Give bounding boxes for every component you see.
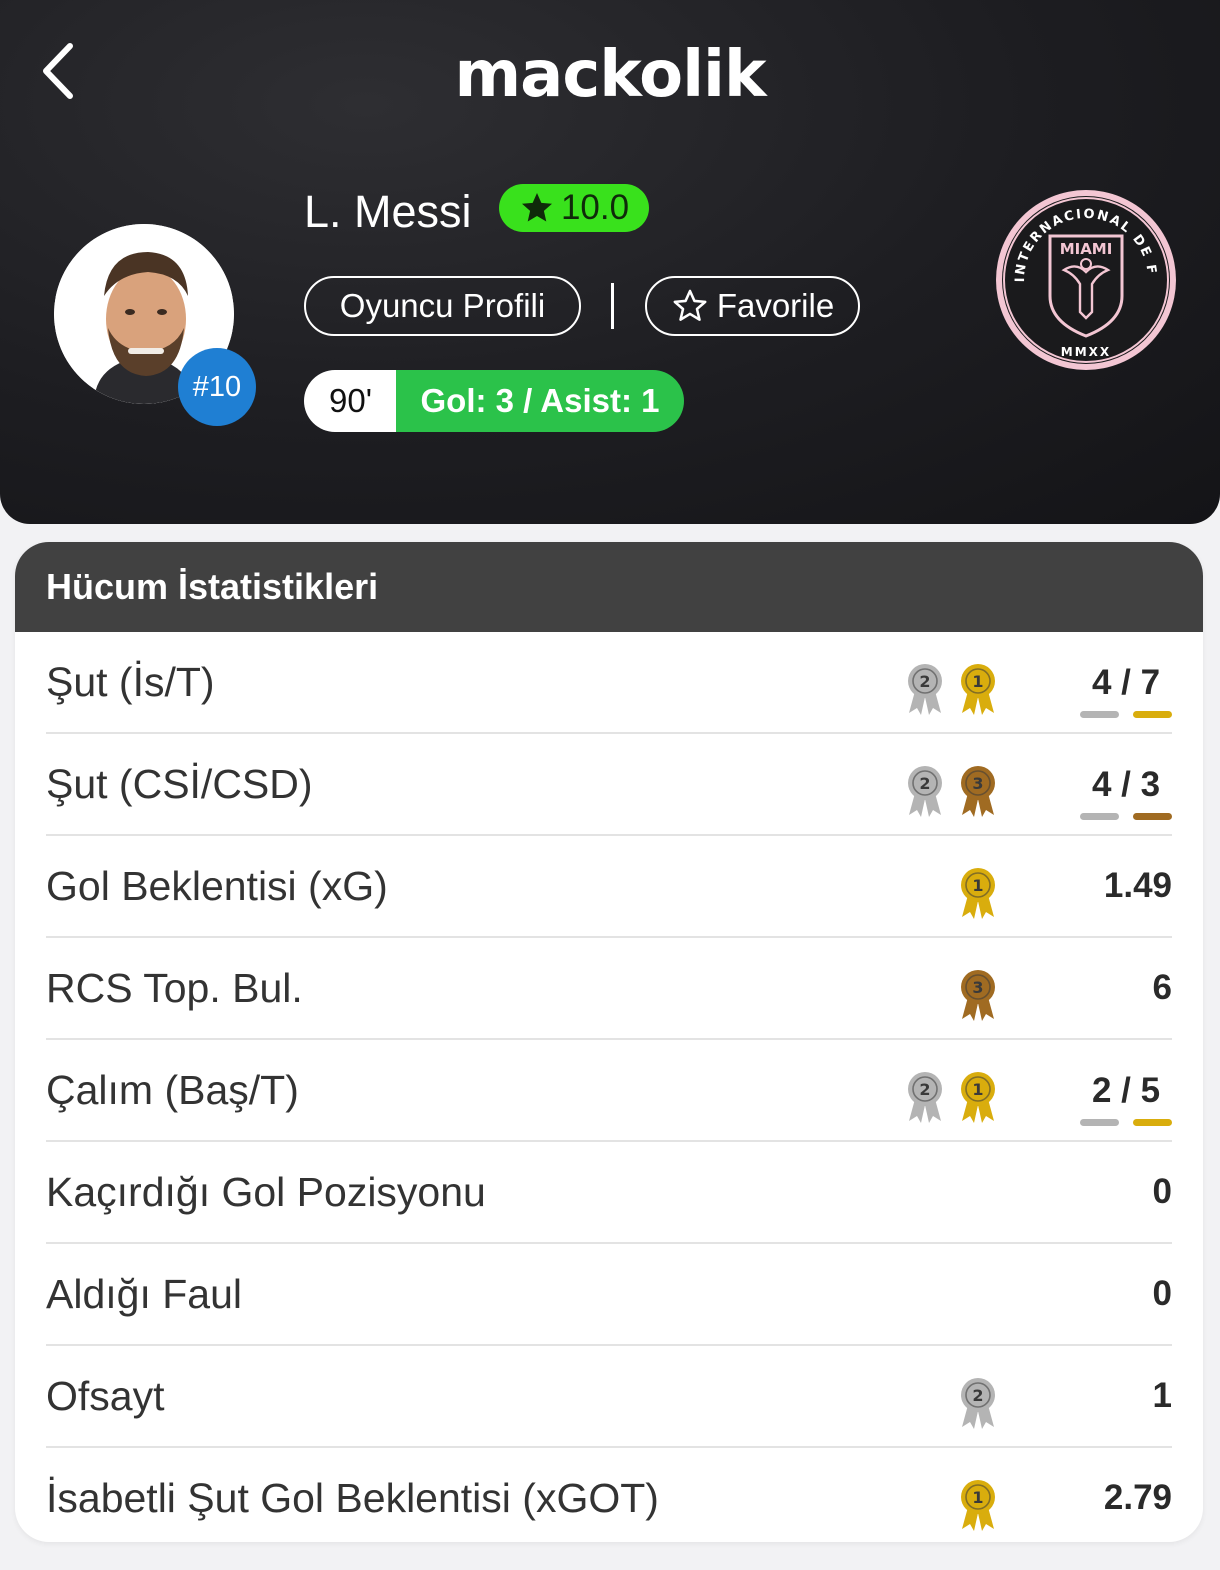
brand-logo: mackolik [454,38,766,112]
stat-value: 0 [1152,1172,1172,1211]
svg-text:3: 3 [972,774,983,793]
stat-split-value: 2 / 5 [1080,1071,1172,1111]
star-icon [521,193,552,222]
svg-text:3: 3 [972,978,983,997]
svg-text:2: 2 [919,774,930,793]
stat-value: 0 [1152,1274,1172,1313]
goals-assists-badge: Gol: 3 / Asist: 1 [396,370,684,432]
svg-text:2: 2 [972,1386,983,1405]
stat-row: Çalım (Baş/T) 2 1 2 / 5 [46,1040,1172,1142]
bronze-medal-icon: 3 [961,970,995,1021]
rank-medal: 1 [958,661,998,717]
stat-value-separator: / [1111,663,1141,702]
stat-value-success: 2 [1091,1071,1112,1110]
silver-medal-icon: 2 [908,664,942,715]
silver-medal-icon: 2 [908,766,942,817]
rank-medal: 2 [905,763,945,819]
stat-value-success: 4 [1091,663,1112,702]
attack-stats-card: Hücum İstatistikleri Şut (İs/T) 2 1 4 / 7 Şu… [15,542,1203,1542]
stat-row: Kaçırdığı Gol Pozisyonu 0 [46,1142,1172,1244]
stat-rank-bar-right [1133,711,1172,718]
stat-label: İsabetli Şut Gol Beklentisi (xGOT) [46,1474,659,1521]
stat-split-value: 4 / 7 [1080,663,1172,703]
stat-label: Ofsayt [46,1372,165,1419]
button-divider [611,283,614,329]
stat-value-success: 4 [1091,765,1112,804]
stat-rank-bar-right [1133,813,1172,820]
stat-row: RCS Top. Bul. 3 6 [46,938,1172,1040]
player-header: mackolik #10 L. Messi 10.0 Oyuncu Profil… [0,0,1220,524]
stat-label: Gol Beklentisi (xG) [46,862,388,909]
rank-medal: 3 [958,763,998,819]
favorite-button[interactable]: Favorile [645,276,860,336]
stat-row: Şut (CSİ/CSD) 2 3 4 / 3 [46,734,1172,836]
stat-value: 1 [1152,1376,1172,1415]
stat-row: Ofsayt 2 1 [46,1346,1172,1448]
stat-row: Aldığı Faul 0 [46,1244,1172,1346]
stat-label: Kaçırdığı Gol Pozisyonu [46,1168,486,1215]
shirt-number-badge: #10 [178,348,256,426]
inter-miami-crest: CLUB INTERNACIONAL DE FÚTBOL MIAMI MMXX [987,176,1176,370]
gold-medal-icon: 1 [961,1480,995,1531]
rank-medal: 1 [958,865,998,921]
stat-label: Şut (İs/T) [46,658,215,705]
bronze-medal-icon: 3 [961,766,995,817]
stat-label: Şut (CSİ/CSD) [46,760,313,807]
gold-medal-icon: 1 [961,664,995,715]
stat-row: Şut (İs/T) 2 1 4 / 7 [46,632,1172,734]
stat-row: İsabetli Şut Gol Beklentisi (xGOT) 1 2.79 [46,1448,1172,1542]
rank-medal: 2 [905,1069,945,1125]
stat-label: Aldığı Faul [46,1270,242,1317]
svg-text:1: 1 [972,672,983,691]
stat-value-separator: / [1111,765,1141,804]
silver-medal-icon: 2 [961,1378,995,1429]
stat-label: RCS Top. Bul. [46,964,303,1011]
rating-badge: 10.0 [499,184,649,232]
star-outline-icon [673,289,707,321]
rank-medal: 1 [958,1069,998,1125]
rating-value: 10.0 [560,188,630,227]
rank-medal: 2 [958,1375,998,1431]
player-name: L. Messi [304,186,472,237]
stat-value: 1.49 [1103,866,1172,905]
stat-value: 6 [1152,968,1172,1007]
club-logo: CLUB INTERNACIONAL DE FÚTBOL MIAMI MMXX [987,176,1178,372]
svg-text:2: 2 [919,672,930,691]
svg-text:1: 1 [972,1080,983,1099]
stat-split-value: 4 / 3 [1080,765,1172,805]
gold-medal-icon: 1 [961,868,995,919]
rank-medal: 2 [905,661,945,717]
svg-text:1: 1 [972,876,983,895]
stats-list: Şut (İs/T) 2 1 4 / 7 Şut (CSİ/CSD) 2 3 4 / 3 Gol… [15,632,1203,1542]
gold-medal-icon: 1 [961,1072,995,1123]
stat-label: Çalım (Baş/T) [46,1066,299,1113]
silver-medal-icon: 2 [908,1072,942,1123]
stat-rank-bar-right [1133,1119,1172,1126]
stat-value-total: 5 [1140,1071,1161,1110]
stat-rank-bar-left [1080,1119,1119,1126]
svg-text:2: 2 [919,1080,930,1099]
svg-text:1: 1 [972,1488,983,1507]
stat-value-separator: / [1111,1071,1141,1110]
rank-medal: 1 [958,1477,998,1533]
stat-value: 2.79 [1103,1478,1172,1517]
club-logo-name: MIAMI [1060,240,1113,258]
player-profile-button[interactable]: Oyuncu Profili [304,276,581,336]
stat-rank-bar-left [1080,813,1119,820]
stat-rank-bar-left [1080,711,1119,718]
stat-row: Gol Beklentisi (xG) 1 1.49 [46,836,1172,938]
stat-value-total: 3 [1140,765,1161,804]
minutes-played: 90' [304,370,397,432]
stat-value-total: 7 [1140,663,1161,702]
rank-medal: 3 [958,967,998,1023]
stats-section-title: Hücum İstatistikleri [15,542,1203,632]
player-profile-label: Oyuncu Profili [339,287,546,324]
club-logo-year: MMXX [1061,345,1111,359]
favorite-label: Favorile [716,287,835,324]
